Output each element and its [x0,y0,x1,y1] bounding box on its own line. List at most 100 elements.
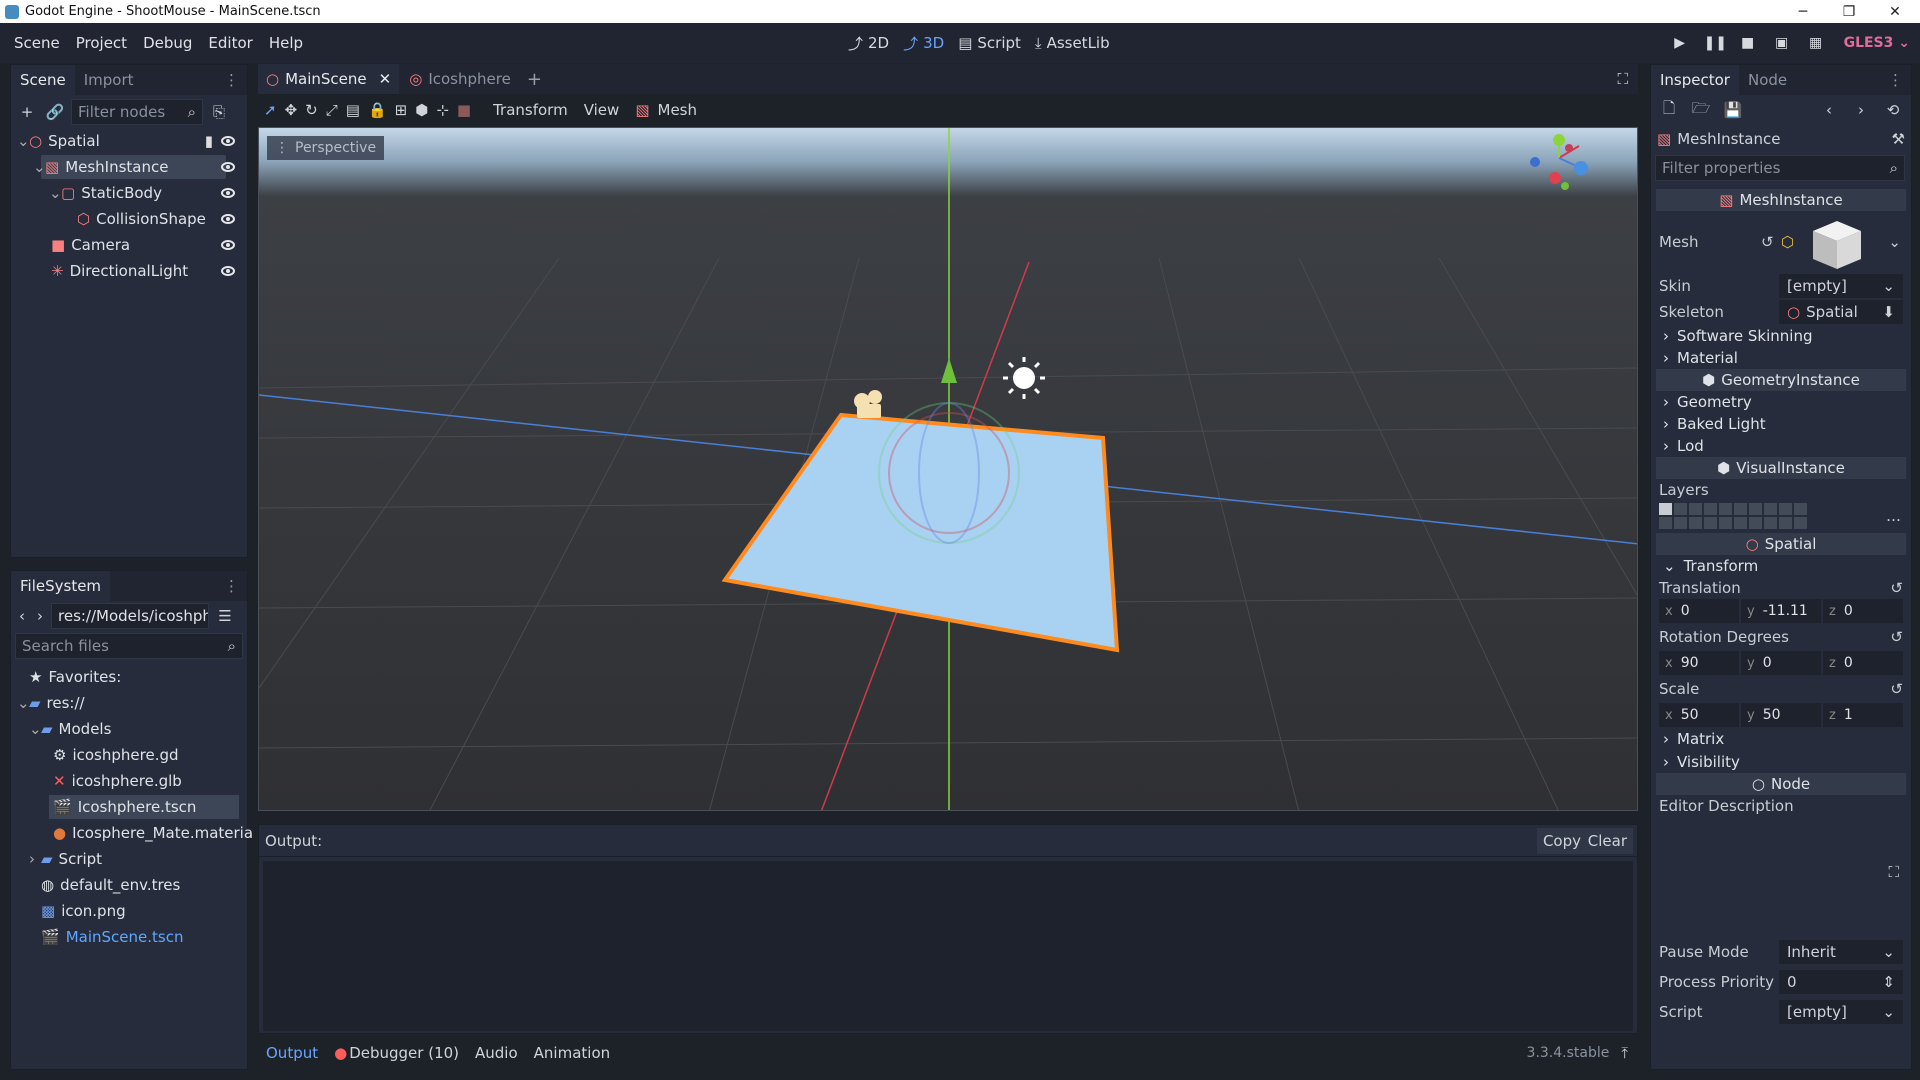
translation-y-field[interactable]: y -11.11 [1741,599,1821,623]
load-resource-icon[interactable]: 🗁 [1689,98,1713,122]
lock-icon[interactable]: 🔒 [368,101,387,119]
tab-node[interactable]: Node [1739,65,1796,95]
tab-animation[interactable]: Animation [534,1044,610,1062]
scale-x-field[interactable]: x 50 [1659,703,1739,727]
object-history-icon[interactable]: ⟲ [1881,98,1905,122]
menu-scene[interactable]: Scene [6,34,68,52]
new-resource-icon[interactable]: 🗋 [1657,98,1681,122]
revert-icon[interactable]: ↺ [1890,628,1903,646]
history-forward-icon[interactable]: › [1849,98,1873,122]
file-item-models[interactable]: ⌄ ▰ Models [11,717,247,741]
file-item-mainscene[interactable]: 🎬 MainScene.tscn [11,925,247,949]
skin-dropdown[interactable]: [empty] ⌄ [1779,274,1903,298]
process-priority-spinbox[interactable]: 0 ⇕ [1779,970,1903,994]
clear-button[interactable]: Clear [1581,827,1633,854]
fold-matrix[interactable]: › Matrix [1651,727,1911,751]
file-item-icon[interactable]: ▩ icon.png [11,899,247,923]
pause-icon[interactable]: ❚❚ [1704,35,1727,51]
expand-text-icon[interactable]: ⛶ [1888,863,1899,881]
move-tool-icon[interactable]: ✥ [285,101,298,119]
chevron-down-icon[interactable]: ⌄ [1888,233,1901,251]
distraction-free-icon[interactable]: ⛶ [1617,70,1628,88]
tab-icoshphere[interactable]: ◎ Icoshphere [399,64,521,94]
view-menu[interactable]: View [584,101,620,119]
revert-icon[interactable]: ↺ [1890,579,1903,597]
revert-icon[interactable]: ↺ [1761,233,1774,251]
history-back-icon[interactable]: ‹ [1817,98,1841,122]
fold-material[interactable]: › Material [1651,347,1911,369]
file-item-glb[interactable]: ✕ icoshphere.glb [11,769,247,793]
rotation-x-field[interactable]: x 90 [1659,651,1739,675]
stop-icon[interactable]: ■ [1738,35,1758,51]
tree-item-meshinstance[interactable]: ⌄ ▧ MeshInstance [11,155,247,179]
mesh-menu[interactable]: Mesh [658,101,698,119]
filter-properties-input[interactable]: Filter properties ⌕ [1655,155,1905,181]
renderer-dropdown[interactable]: GLES3 ⌄ [1844,35,1910,51]
file-item-tscn[interactable]: 🎬 Icoshphere.tscn [11,795,247,819]
tab-audio[interactable]: Audio [475,1044,518,1062]
revert-icon[interactable]: ↺ [1890,680,1903,698]
menu-editor[interactable]: Editor [200,34,260,52]
close-tab-icon[interactable]: ✕ [379,70,392,88]
tab-scene[interactable]: Scene [11,65,75,95]
menu-help[interactable]: Help [261,34,311,52]
search-files-input[interactable]: Search files ⌕ [15,633,243,659]
tab-import[interactable]: Import [75,65,143,95]
menu-debug[interactable]: Debug [135,34,200,52]
fold-lod[interactable]: › Lod [1651,435,1911,457]
split-view-icon[interactable]: ☰ [213,604,237,628]
tab-inspector[interactable]: Inspector [1651,65,1739,95]
file-item-script-folder[interactable]: › ▰ Script [11,847,247,871]
close-window-button[interactable]: ✕ [1872,0,1918,23]
instance-scene-icon[interactable]: ⎘ [207,100,231,124]
workspace-script-button[interactable]: ▤ Script [958,34,1021,52]
tree-item-directionallight[interactable]: ✳ DirectionalLight [11,259,247,283]
directional-light-gizmo-icon[interactable] [1013,367,1035,389]
scale-tool-icon[interactable]: ⤢ [326,101,338,119]
tab-output[interactable]: Output [266,1044,318,1062]
save-resource-icon[interactable]: 💾 [1721,98,1745,122]
visibility-eye-icon[interactable] [221,214,235,224]
dock-menu-icon[interactable]: ⋮ [224,577,239,595]
translation-z-field[interactable]: z0 [1823,599,1903,623]
list-select-icon[interactable]: ▤ [346,101,360,119]
tab-filesystem[interactable]: FileSystem [11,571,111,601]
add-node-icon[interactable]: + [15,100,39,124]
object-properties-icon[interactable]: ⚒ [1892,130,1905,148]
camera-preview-icon[interactable]: ■ [457,101,471,119]
visibility-eye-icon[interactable] [221,162,235,172]
dock-menu-icon[interactable]: ⋮ [224,71,239,89]
transform-menu[interactable]: Transform [493,101,568,119]
rotate-tool-icon[interactable]: ↻ [305,101,318,119]
select-tool-icon[interactable]: ➚ [264,101,277,119]
output-log[interactable] [263,861,1633,1031]
link-icon[interactable]: 🔗 [43,100,67,124]
translation-x-field[interactable]: x0 [1659,599,1739,623]
copy-button[interactable]: Copy [1536,827,1587,854]
pause-mode-dropdown[interactable]: Inherit ⌄ [1779,940,1903,964]
fold-software-skinning[interactable]: › Software Skinning [1651,325,1911,347]
skeleton-nodepath[interactable]: ○ Spatial ⬇ [1779,300,1903,324]
play-icon[interactable]: ▶ [1670,35,1690,51]
mesh-preview-thumbnail[interactable] [1809,217,1865,273]
forward-icon[interactable]: › [33,604,47,628]
tab-debugger[interactable]: Debugger (10) [349,1044,459,1062]
path-field[interactable]: res://Models/icoshphe [51,603,209,629]
add-tab-icon[interactable]: + [527,69,542,90]
minimize-button[interactable]: ─ [1780,0,1826,23]
editor-description-textarea[interactable]: ⛶ [1659,819,1903,939]
script-attach-icon[interactable]: ▮ [205,132,213,150]
3d-viewport[interactable]: ⋮ Perspective [258,127,1638,811]
rotation-z-field[interactable]: z0 [1823,651,1903,675]
play-custom-scene-icon[interactable]: ▦ [1806,35,1826,51]
play-scene-icon[interactable]: ▣ [1772,35,1792,51]
group-icon[interactable]: ⊞ [395,101,408,119]
local-space-icon[interactable]: ⬢ [415,101,428,119]
workspace-2d-button[interactable]: ⤴ 2D [848,33,889,54]
tree-item-staticbody[interactable]: ⌄ ▢ StaticBody [11,181,247,205]
rotation-y-field[interactable]: y0 [1741,651,1821,675]
scale-z-field[interactable]: z1 [1823,703,1903,727]
fold-geometry[interactable]: › Geometry [1651,391,1911,413]
back-icon[interactable]: ‹ [15,604,29,628]
expand-panel-icon[interactable]: ⤒ [1621,1044,1628,1062]
